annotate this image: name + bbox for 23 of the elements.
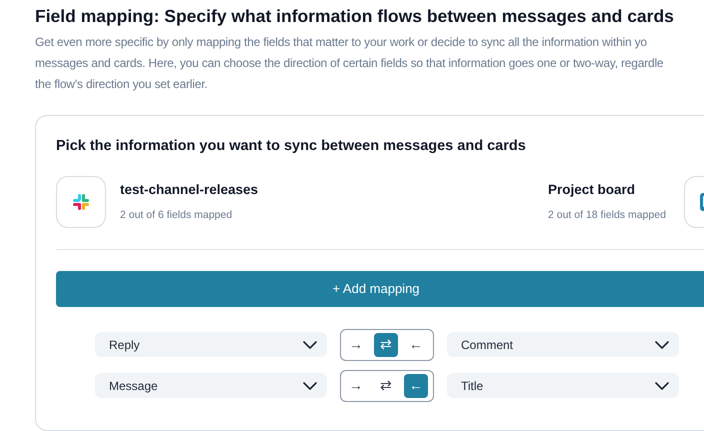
direction-option[interactable]: ← (404, 332, 428, 357)
chevron-down-icon (303, 382, 317, 390)
target-caption: 2 out of 18 fields mapped (548, 208, 667, 222)
field-select[interactable]: Reply (95, 332, 327, 358)
direction-option[interactable]: → (344, 374, 368, 398)
field-select[interactable]: Title (447, 373, 679, 398)
direction-option[interactable]: → (344, 332, 368, 357)
card-title: Pick the information you want to sync between messages and cards (56, 137, 527, 156)
chevron-down-icon (655, 340, 669, 349)
field-select[interactable]: Comment (447, 332, 679, 358)
add-mapping-button[interactable]: + Add mapping (56, 270, 704, 307)
source-caption: 2 out of 6 fields mapped (120, 208, 234, 222)
chevron-down-icon (303, 340, 317, 349)
direction-option[interactable]: ⇄ (374, 332, 398, 357)
description: Get even more specific by only mapping the fields that matter to your work or decide to sync all the information within yo messages and cards. Here, you can choose the direction of certain fields so that information goes one or two-way, regardle the flow’s direction you set earlier. (35, 34, 664, 93)
chevron-down-icon (655, 382, 669, 390)
source-name: test-channel-releases (120, 181, 258, 200)
target-name: Project board (548, 181, 636, 200)
hash-logo-icon (71, 192, 91, 212)
direction-option[interactable]: ⇄ (374, 374, 398, 398)
direction-option[interactable]: ← (404, 374, 428, 398)
field-select[interactable]: Message (95, 373, 327, 398)
page-title: Field mapping: Specify what information flows between messages and cards (35, 5, 675, 28)
